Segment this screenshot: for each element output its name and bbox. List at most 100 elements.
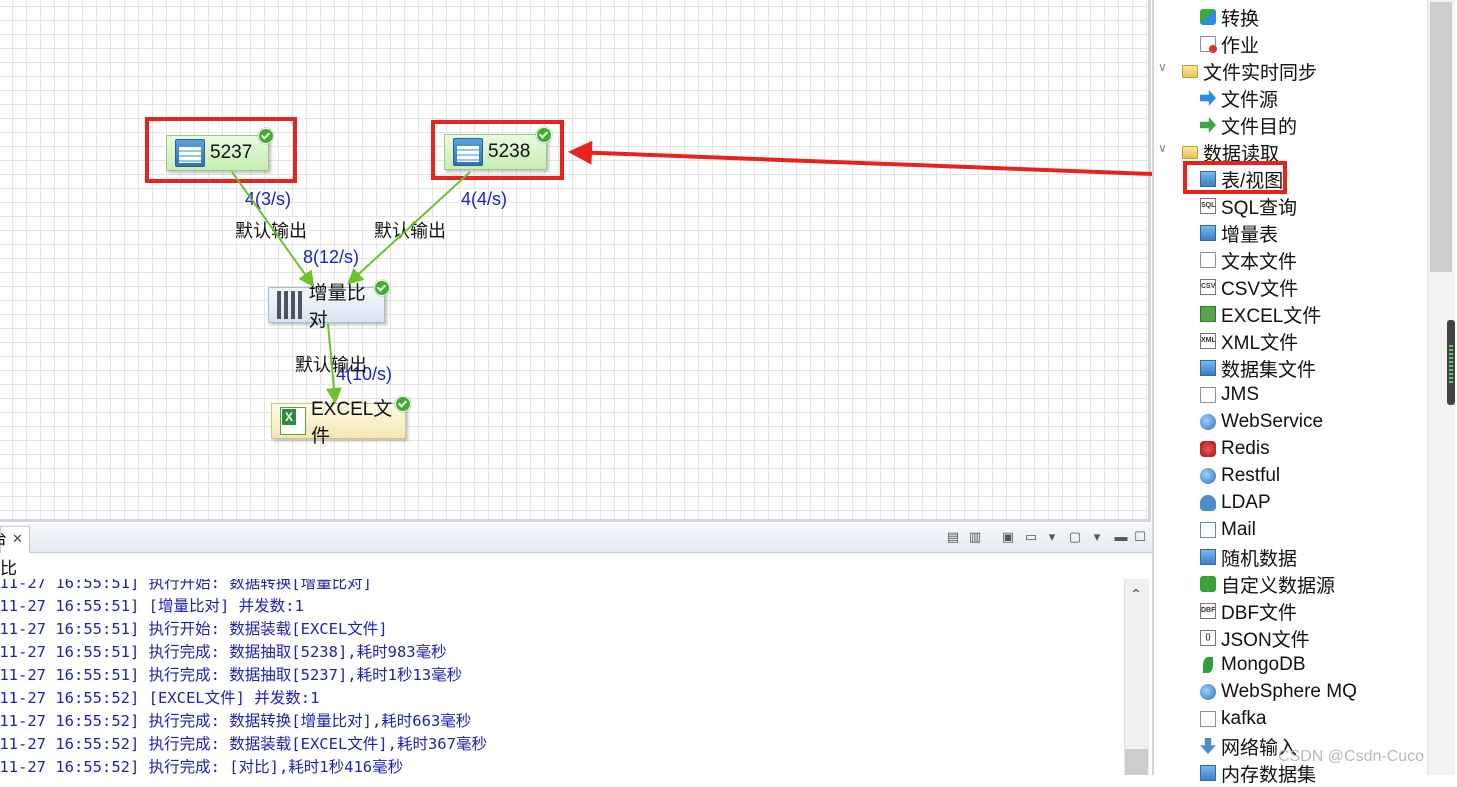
palette-item-redis[interactable]: Redis bbox=[1200, 436, 1270, 462]
incremental-table-icon bbox=[1200, 225, 1216, 241]
dataset-icon bbox=[1200, 360, 1216, 376]
file-target-icon bbox=[1200, 117, 1216, 133]
console-tab[interactable]: 台 ✕ bbox=[0, 526, 30, 553]
swap-icon bbox=[1200, 9, 1216, 25]
palette-item-label: 作业 bbox=[1221, 35, 1260, 57]
mongodb-icon bbox=[1203, 657, 1213, 673]
console-tab-bar: 台 ✕ ▤ ▥ ▣ ▭ ▾ ▢ ▾ ▬ ☐ bbox=[0, 524, 1152, 553]
xml-icon: XML bbox=[1200, 333, 1216, 349]
log-line: -11-27 16:55:51] 执行完成: 数据抽取[5237],耗时1秒13… bbox=[0, 666, 463, 684]
node-excel-file[interactable]: EXCEL文件 bbox=[271, 396, 411, 447]
excel-icon bbox=[1200, 306, 1216, 322]
success-check-icon bbox=[395, 396, 411, 412]
palette-item-label: 随机数据 bbox=[1221, 548, 1298, 570]
node-incremental-compare[interactable]: 增量比对 bbox=[268, 280, 390, 331]
palette-item-label: Mail bbox=[1221, 519, 1256, 540]
palette-item-ldap[interactable]: LDAP bbox=[1200, 490, 1271, 516]
random-data-icon bbox=[1200, 549, 1216, 565]
kafka-icon bbox=[1200, 711, 1216, 727]
edge-output-label: 默认输出 bbox=[295, 355, 367, 375]
palette-item-job[interactable]: 作业 bbox=[1200, 31, 1259, 57]
edge-output-label: 默认输出 bbox=[235, 217, 307, 243]
palette-item-restful[interactable]: Restful bbox=[1200, 463, 1280, 489]
text-file-icon bbox=[1200, 252, 1216, 268]
minimize-icon[interactable]: ▬ bbox=[1114, 530, 1128, 544]
palette-item-label: 文本文件 bbox=[1221, 251, 1298, 273]
palette-item-label: XML文件 bbox=[1221, 332, 1299, 354]
palette-item-label: Redis bbox=[1221, 438, 1270, 459]
palette-folder-data-read[interactable]: ∨ 数据读取 bbox=[1158, 139, 1279, 165]
clear-console-icon[interactable]: ▤ bbox=[946, 530, 960, 544]
palette-item-file-target[interactable]: 文件目的 bbox=[1200, 112, 1297, 138]
palette-item-mongodb[interactable]: MongoDB bbox=[1200, 652, 1306, 678]
memory-dataset-icon bbox=[1200, 765, 1216, 781]
palette-item-xml[interactable]: XML XML文件 bbox=[1200, 328, 1298, 354]
success-check-icon bbox=[536, 127, 552, 143]
node-5237[interactable]: 5237 bbox=[166, 128, 274, 171]
palette-item-mail[interactable]: Mail bbox=[1200, 517, 1256, 543]
chevron-down-icon[interactable]: ▾ bbox=[1045, 530, 1059, 544]
palette-item-label: LDAP bbox=[1221, 492, 1271, 513]
palette-item-dbf[interactable]: DBF DBF文件 bbox=[1200, 598, 1297, 624]
palette-item-label: CSV文件 bbox=[1221, 278, 1299, 300]
network-input-icon bbox=[1200, 738, 1216, 754]
csv-icon: CSV bbox=[1200, 279, 1216, 295]
palette-item-custom-source[interactable]: 自定义数据源 bbox=[1200, 571, 1335, 597]
chevron-down-icon[interactable]: ▾ bbox=[1090, 530, 1104, 544]
flow-canvas[interactable]: 5237 5238 增量比对 EXCEL文件 4(3/s) 默认输出 4(4/s… bbox=[0, 0, 1150, 522]
palette-scrollbar[interactable] bbox=[1427, 0, 1455, 775]
chevron-down-icon[interactable]: ∨ bbox=[1158, 141, 1167, 155]
log-line: -11-27 16:55:51] 执行完成: 数据抽取[5238],耗时983毫… bbox=[0, 643, 447, 661]
console-scrollbar[interactable]: ⌃ bbox=[1124, 579, 1149, 775]
log-line: -11-27 16:55:51] [增量比对] 并发数:1 bbox=[0, 597, 304, 615]
palette-item-label: 表/视图 bbox=[1221, 170, 1284, 192]
display-console-icon[interactable]: ▭ bbox=[1024, 530, 1038, 544]
palette-item-random-data[interactable]: 随机数据 bbox=[1200, 544, 1297, 570]
console-tab-label: 台 bbox=[0, 528, 7, 552]
palette-item-incremental-table[interactable]: 增量表 bbox=[1200, 220, 1278, 246]
palette-item-text-file[interactable]: 文本文件 bbox=[1200, 247, 1297, 273]
success-check-icon bbox=[258, 128, 274, 144]
folder-icon bbox=[1182, 145, 1198, 159]
chevron-down-icon[interactable]: ∨ bbox=[1158, 60, 1167, 74]
log-line: -11-27 16:55:52] 执行完成: 数据转换[增量比对],耗时663毫… bbox=[0, 712, 472, 730]
close-icon[interactable]: ✕ bbox=[12, 527, 23, 551]
log-line: -11-27 16:55:51] 执行开始: 数据装载[EXCEL文件] bbox=[0, 620, 388, 638]
palette-folder-file-sync[interactable]: ∨ 文件实时同步 bbox=[1158, 58, 1317, 84]
custom-source-icon bbox=[1200, 576, 1216, 592]
palette-item-file-source[interactable]: 文件源 bbox=[1200, 85, 1278, 111]
console-log[interactable]: -11-27 16:55:51] 执行开始: 数据转换[增量比对] -11-27… bbox=[0, 579, 1120, 775]
palette-item-sql-query[interactable]: SQL SQL查询 bbox=[1200, 193, 1297, 219]
maximize-icon[interactable]: ☐ bbox=[1133, 530, 1147, 544]
palette-item-jms[interactable]: JMS bbox=[1200, 382, 1259, 408]
table-view-icon bbox=[1200, 171, 1216, 187]
canvas-border bbox=[0, 519, 1150, 522]
scrollbar-thumb[interactable] bbox=[1125, 749, 1148, 775]
edge-rate-label: 8(12/s) bbox=[303, 247, 360, 267]
palette-item-transform[interactable]: 转换 bbox=[1200, 4, 1259, 30]
open-console-icon[interactable]: ▢ bbox=[1068, 530, 1082, 544]
edge-rate-label: 4(4/s) bbox=[461, 189, 508, 209]
jms-icon bbox=[1200, 387, 1216, 403]
palette-item-websphere-mq[interactable]: WebSphere MQ bbox=[1200, 679, 1357, 705]
chevron-up-icon[interactable]: ⌃ bbox=[1129, 587, 1143, 601]
node-5238-label: 5238 bbox=[488, 141, 531, 162]
node-5238[interactable]: 5238 bbox=[444, 127, 552, 170]
palette-item-kafka[interactable]: kafka bbox=[1200, 706, 1266, 732]
component-palette: 转换 作业 ∨ 文件实时同步 文件源 文件目的 ∨ 数据读取 表/视图 SQL … bbox=[1152, 0, 1457, 786]
scroll-lock-icon[interactable]: ▥ bbox=[968, 530, 982, 544]
console-subtitle: 比 bbox=[0, 559, 17, 578]
palette-item-json[interactable]: {} JSON文件 bbox=[1200, 625, 1310, 651]
palette-item-table-view[interactable]: 表/视图 bbox=[1200, 166, 1283, 192]
scrollbar-thumb[interactable] bbox=[1430, 2, 1452, 272]
pin-console-icon[interactable]: ▣ bbox=[1001, 530, 1015, 544]
palette-item-csv[interactable]: CSV CSV文件 bbox=[1200, 274, 1298, 300]
file-source-icon bbox=[1200, 90, 1216, 106]
scrollbar-grip[interactable] bbox=[1447, 320, 1455, 405]
palette-item-dataset-file[interactable]: 数据集文件 bbox=[1200, 355, 1316, 381]
palette-item-excel[interactable]: EXCEL文件 bbox=[1200, 301, 1321, 327]
palette-item-label: WebSphere MQ bbox=[1221, 681, 1357, 702]
canvas-border bbox=[1148, 0, 1151, 522]
palette-item-webservice[interactable]: WebService bbox=[1200, 409, 1323, 435]
sql-icon: SQL bbox=[1200, 198, 1216, 214]
